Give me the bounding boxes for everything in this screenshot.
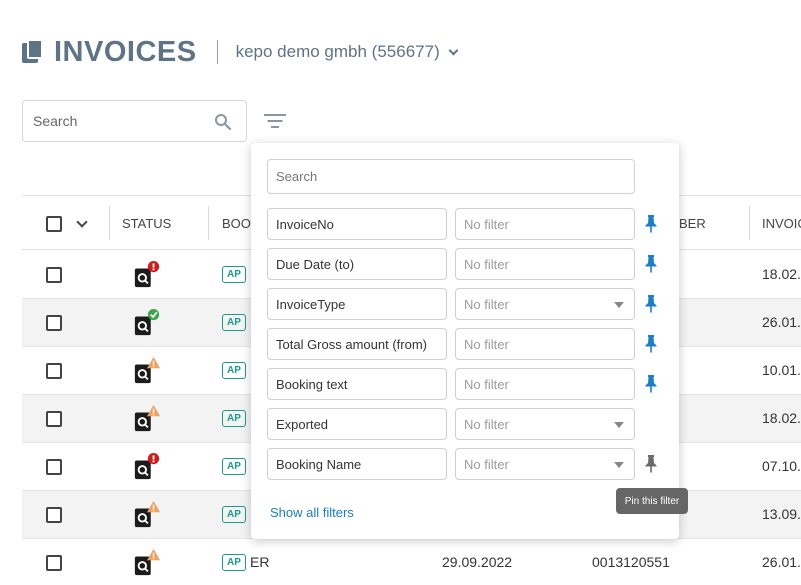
row-checkbox[interactable]	[46, 507, 62, 523]
ap-badge: AP	[222, 458, 246, 475]
title-divider	[216, 40, 218, 64]
select-all-checkbox[interactable]	[46, 196, 62, 251]
dropdown-caret-icon[interactable]	[614, 462, 624, 468]
invoice-date-cell: 10.01.	[762, 362, 801, 378]
filter-value-placeholder: No filter	[464, 216, 509, 232]
filter-row: Total Gross amount (from) No filter	[267, 328, 677, 360]
dropdown-caret-icon[interactable]	[614, 302, 624, 308]
chevron-down-icon[interactable]	[76, 196, 88, 251]
filter-row: Booking text No filter	[267, 368, 677, 400]
status-error-icon	[134, 261, 160, 288]
filter-label: Booking text	[267, 368, 447, 400]
status-warning-icon	[134, 549, 161, 576]
ap-badge: AP	[222, 362, 246, 379]
table-row[interactable]: AP ER 29.09.2022 0013120551 26.01.	[22, 539, 801, 585]
filter-label: Booking Name	[267, 448, 447, 480]
filter-value-input[interactable]: No filter	[455, 448, 635, 480]
status-warning-icon	[134, 357, 161, 384]
ap-badge: AP	[222, 266, 246, 283]
booking-cell: ER	[250, 554, 270, 570]
filter-row: InvoiceNo No filter	[267, 208, 677, 240]
pin-tooltip: Pin this filter	[616, 488, 688, 514]
row-checkbox[interactable]	[46, 315, 62, 331]
pin-icon[interactable]	[643, 214, 659, 234]
filter-value-input[interactable]: No filter	[455, 408, 635, 440]
filter-row: Booking Name No filter	[267, 448, 677, 480]
row-checkbox[interactable]	[46, 459, 62, 475]
filter-panel: InvoiceNo No filter Due Date (to) No filter…	[251, 143, 679, 539]
row-checkbox[interactable]	[46, 363, 62, 379]
filter-value-placeholder: No filter	[464, 296, 509, 312]
ap-badge: AP	[222, 554, 246, 571]
filter-value-input[interactable]: No filter	[455, 288, 635, 320]
search-box[interactable]	[22, 100, 247, 142]
pin-icon[interactable]	[643, 294, 659, 314]
column-header-invoice-date[interactable]: INVOIC	[762, 196, 801, 251]
page-header: INVOICES kepo demo gmbh (556677)	[22, 35, 459, 68]
chevron-down-icon[interactable]	[448, 45, 459, 55]
filter-search-input[interactable]	[267, 159, 635, 194]
invoice-date-cell: 07.10.	[762, 458, 801, 474]
column-header-status[interactable]: STATUS	[122, 196, 171, 251]
row-checkbox[interactable]	[46, 267, 62, 283]
invoice-date-cell: 18.02.	[762, 266, 801, 282]
invoice-date-cell: 13.09.	[762, 506, 801, 522]
filter-row: Due Date (to) No filter	[267, 248, 677, 280]
row-checkbox[interactable]	[46, 555, 62, 571]
filter-icon[interactable]	[263, 112, 287, 130]
invoice-date-cell: 26.01.	[762, 314, 801, 330]
filter-label: InvoiceType	[267, 288, 447, 320]
status-error-icon	[134, 453, 160, 480]
ap-badge: AP	[222, 314, 246, 331]
company-selector[interactable]: kepo demo gmbh (556677)	[236, 42, 440, 62]
row-checkbox[interactable]	[46, 411, 62, 427]
status-warning-icon	[134, 405, 161, 432]
invoices-icon	[22, 39, 44, 65]
status-warning-icon	[134, 501, 161, 528]
dropdown-caret-icon[interactable]	[614, 422, 624, 428]
filter-value-input[interactable]: No filter	[455, 368, 635, 400]
column-header-booking[interactable]: BOO	[222, 196, 251, 251]
invoice-number-cell: 0013120551	[592, 554, 670, 570]
filter-row: InvoiceType No filter	[267, 288, 677, 320]
filter-value-placeholder: No filter	[464, 456, 509, 472]
filter-label: Total Gross amount (from)	[267, 328, 447, 360]
filter-label: InvoiceNo	[267, 208, 447, 240]
filter-value-placeholder: No filter	[464, 376, 509, 392]
filter-value-input[interactable]: No filter	[455, 208, 635, 240]
pin-icon[interactable]	[643, 254, 659, 274]
filter-value-placeholder: No filter	[464, 256, 509, 272]
ap-badge: AP	[222, 410, 246, 427]
pin-icon[interactable]	[643, 334, 659, 354]
filter-label: Exported	[267, 408, 447, 440]
search-input[interactable]	[33, 113, 203, 129]
invoice-date-cell: 26.01.	[762, 554, 801, 570]
filter-label: Due Date (to)	[267, 248, 447, 280]
due-date-cell: 29.09.2022	[442, 554, 513, 570]
filter-value-input[interactable]: No filter	[455, 248, 635, 280]
search-icon[interactable]	[214, 113, 232, 131]
filter-row: Exported No filter	[267, 408, 677, 440]
status-ok-icon	[134, 309, 160, 336]
show-all-filters-link[interactable]: Show all filters	[270, 505, 354, 520]
invoice-date-cell: 18.02.	[762, 410, 801, 426]
ap-badge: AP	[222, 506, 246, 523]
filter-value-placeholder: No filter	[464, 416, 509, 432]
column-header-number[interactable]: BER	[679, 196, 706, 251]
pin-icon[interactable]	[643, 454, 659, 474]
filter-value-input[interactable]: No filter	[455, 328, 635, 360]
pin-icon[interactable]	[643, 374, 659, 394]
filter-value-placeholder: No filter	[464, 336, 509, 352]
page-title: INVOICES	[54, 35, 197, 68]
